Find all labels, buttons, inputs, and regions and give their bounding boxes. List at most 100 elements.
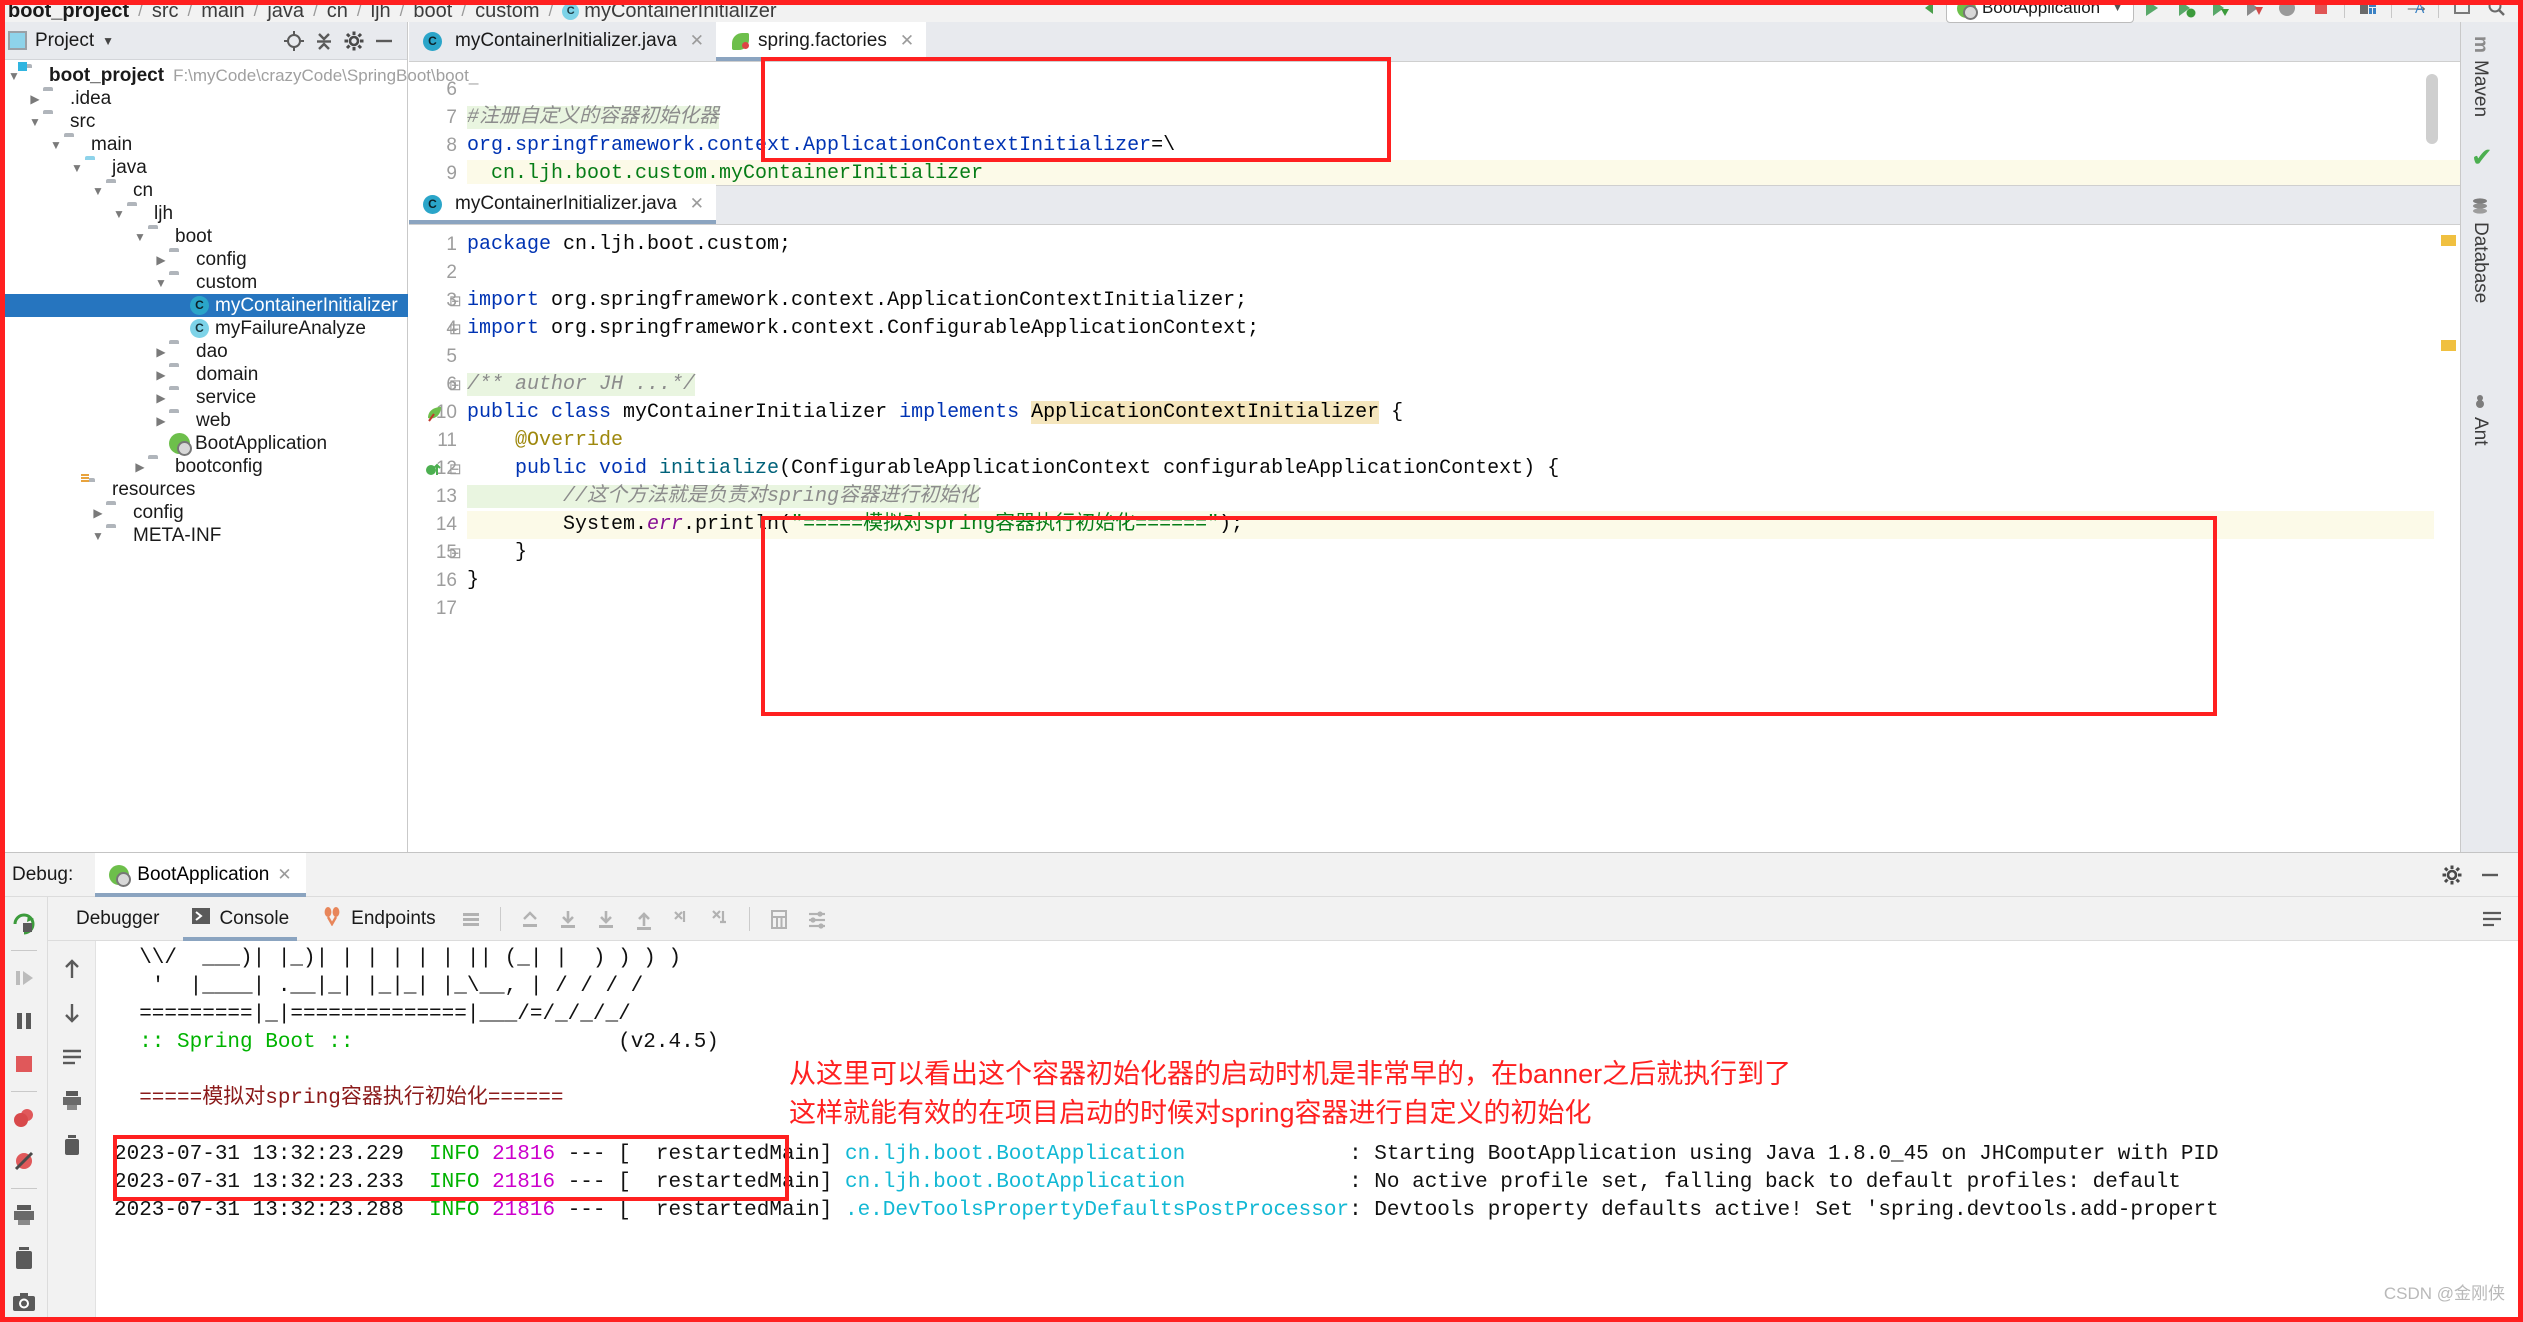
tab-endpoints[interactable]: Endpoints <box>305 897 452 941</box>
run-icon[interactable] <box>2134 0 2168 23</box>
breadcrumb-item-5[interactable]: ljh <box>371 0 391 22</box>
close-icon[interactable]: ✕ <box>277 865 291 885</box>
breadcrumb-item-4[interactable]: cn <box>327 0 348 22</box>
code-line[interactable]: } <box>467 567 2460 595</box>
tree-item-resources[interactable]: resources <box>0 478 407 501</box>
breadcrumb-item-6[interactable]: boot <box>413 0 452 22</box>
fold-collapse-icon[interactable]: ⊟ <box>449 292 462 310</box>
chevron-right-icon[interactable]: ▶ <box>153 414 169 428</box>
step-into-icon[interactable] <box>587 904 625 934</box>
tree-item-domain[interactable]: ▶ domain <box>0 363 407 386</box>
debug-session-tab[interactable]: BootApplication ✕ <box>95 852 306 897</box>
chevron-right-icon[interactable]: ▶ <box>153 345 169 359</box>
profile-icon[interactable] <box>2236 0 2270 23</box>
chevron-right-icon[interactable]: ▶ <box>153 391 169 405</box>
collapse-all-icon[interactable] <box>309 27 339 55</box>
debug-icon[interactable] <box>2168 0 2202 23</box>
tree-item-custom[interactable]: ▼ custom <box>0 271 407 294</box>
gear-icon[interactable] <box>2433 860 2471 890</box>
tree-item--idea[interactable]: ▶ .idea <box>0 87 407 110</box>
gear-icon[interactable] <box>339 27 369 55</box>
tree-item-main[interactable]: ▼ main <box>0 133 407 156</box>
warning-marker[interactable] <box>2441 235 2456 246</box>
code-line[interactable]: @Override <box>467 427 2460 455</box>
run-configuration-selector[interactable]: BootApplication ▼ <box>1945 0 2134 23</box>
spring-bean-icon[interactable] <box>425 405 443 423</box>
fold-collapse-icon[interactable]: ⊟ <box>449 544 462 562</box>
chevron-down-icon[interactable]: ▼ <box>132 230 148 244</box>
code-line[interactable]: import org.springframework.context.Confi… <box>467 315 2460 343</box>
editor-pane-java[interactable]: 1 2 3 4 5 6 10 11 12 13 14 15 16 17 package cn.ljh.bo… <box>409 225 2460 852</box>
code-line[interactable]: cn.ljh.boot.custom.myContainerInitialize… <box>467 160 2460 185</box>
code-line[interactable]: public class myContainerInitializer impl… <box>467 399 2460 427</box>
chevron-right-icon[interactable]: ▶ <box>153 368 169 382</box>
settings-icon[interactable] <box>798 904 836 934</box>
warning-marker[interactable] <box>2441 340 2456 351</box>
drop-frame-icon[interactable] <box>701 904 739 934</box>
tree-item-config[interactable]: ▶ config <box>0 501 407 524</box>
tab-console[interactable]: Console <box>175 897 305 941</box>
chevron-down-icon[interactable]: ▼ <box>111 207 127 221</box>
tool-button-maven[interactable]: m Maven <box>2469 36 2491 117</box>
error-stripe[interactable] <box>2434 225 2460 852</box>
chevron-down-icon[interactable]: ▼ <box>27 115 43 129</box>
fold-collapse-icon[interactable]: ⊟ <box>449 320 462 338</box>
print-icon[interactable] <box>4 1195 44 1236</box>
trash-icon[interactable] <box>4 1238 44 1279</box>
step-over-icon[interactable] <box>549 904 587 934</box>
console-output[interactable]: \\/ ___)| |_)| | | | | | || (_| | ) ) ) … <box>96 941 2523 1322</box>
minimize-icon[interactable] <box>2471 860 2509 890</box>
scroll-up-icon[interactable] <box>52 947 92 991</box>
tab-myContainerInitializer-java[interactable]: C myContainerInitializer.java ✕ <box>409 21 716 61</box>
fold-collapse-icon[interactable]: ⊟ <box>449 460 462 478</box>
tree-item-ljh[interactable]: ▼ ljh <box>0 202 407 225</box>
code-line[interactable]: System.err.println("=====模拟对spring容器执行初始… <box>467 511 2460 539</box>
breadcrumb-item-3[interactable]: java <box>267 0 304 22</box>
pause-icon[interactable] <box>4 1000 44 1041</box>
close-icon[interactable]: ✕ <box>690 31 704 51</box>
code-line[interactable] <box>467 595 2460 623</box>
chevron-down-icon[interactable]: ▼ <box>48 138 64 152</box>
tree-item-bootapplication[interactable]: BootApplication <box>0 432 407 456</box>
tab-spring-factories[interactable]: spring.factories ✕ <box>716 21 927 61</box>
trash-icon[interactable] <box>52 1123 92 1167</box>
hide-panel-icon[interactable] <box>369 27 399 55</box>
step-out-icon[interactable] <box>511 904 549 934</box>
code-line[interactable]: //这个方法就是负责对spring容器进行初始化 <box>467 483 2460 511</box>
code-line[interactable] <box>467 259 2460 287</box>
tree-item-web[interactable]: ▶ web <box>0 409 407 432</box>
chevron-down-icon[interactable]: ▼ <box>153 276 169 290</box>
chevron-down-icon[interactable]: ▼ <box>90 529 106 543</box>
editor-scrollbar[interactable] <box>2426 74 2438 144</box>
run-to-cursor-icon[interactable] <box>663 904 701 934</box>
screenshot-icon[interactable] <box>4 1281 44 1322</box>
soft-wrap-icon[interactable] <box>52 1035 92 1079</box>
resume-icon[interactable] <box>4 957 44 998</box>
chevron-right-icon[interactable]: ▶ <box>27 92 43 106</box>
tree-item-boot[interactable]: ▼ boot <box>0 225 407 248</box>
fold-expand-icon[interactable]: ⊞ <box>449 376 462 394</box>
tree-item-service[interactable]: ▶ service <box>0 386 407 409</box>
code-line[interactable]: public void initialize(ConfigurableAppli… <box>467 455 2460 483</box>
override-icon[interactable] <box>425 461 443 479</box>
stop-icon[interactable] <box>4 1043 44 1084</box>
build-icon[interactable] <box>2351 0 2385 23</box>
layout-icon[interactable] <box>452 904 490 934</box>
close-icon[interactable]: ✕ <box>690 194 704 214</box>
mute-breakpoints-icon[interactable] <box>4 1141 44 1182</box>
tab-myContainerInitializer-java-2[interactable]: C myContainerInitializer.java ✕ <box>409 184 717 224</box>
back-arrow-icon[interactable] <box>1912 0 1946 23</box>
view-breakpoints-icon[interactable] <box>4 1097 44 1138</box>
breadcrumb-item-2[interactable]: main <box>201 0 244 22</box>
calculator-icon[interactable] <box>760 904 798 934</box>
locate-icon[interactable] <box>279 27 309 55</box>
run-with-coverage-icon[interactable] <box>2202 0 2236 23</box>
chevron-down-icon[interactable]: ▼ <box>90 184 106 198</box>
editor-pane-spring-factories[interactable]: 6789 #注册自定义的容器初始化器 org.springframework.co… <box>409 62 2460 185</box>
code-line[interactable]: org.springframework.context.ApplicationC… <box>467 132 2460 160</box>
code-line[interactable]: import org.springframework.context.Appli… <box>467 287 2460 315</box>
print-icon[interactable] <box>52 1079 92 1123</box>
chevron-right-icon[interactable]: ▶ <box>132 460 148 474</box>
tree-item-myfailureanalyze[interactable]: CmyFailureAnalyze <box>0 317 407 340</box>
code-content[interactable]: package cn.ljh.boot.custom; import org.s… <box>467 225 2460 623</box>
